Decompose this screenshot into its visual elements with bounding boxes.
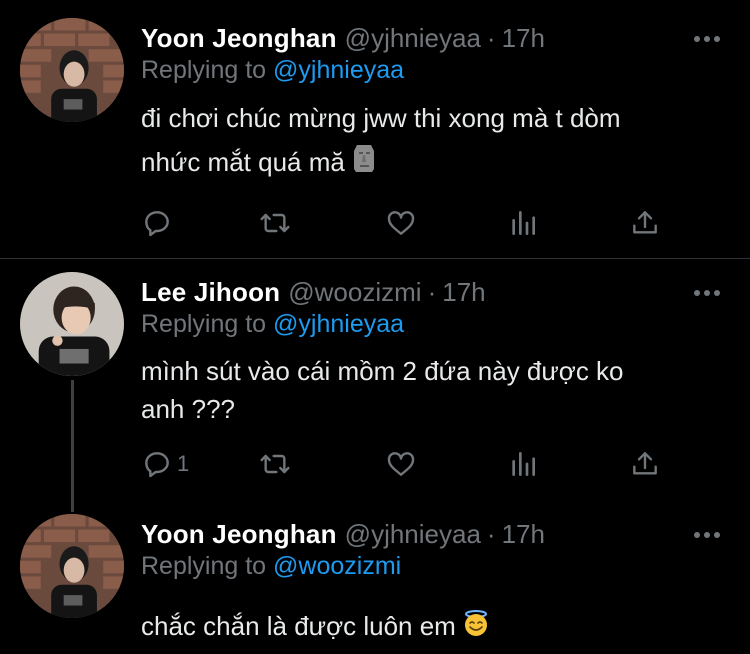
separator-dot: · xyxy=(486,518,496,549)
analytics-button[interactable] xyxy=(507,205,539,241)
share-icon xyxy=(633,452,657,475)
tweet-text: chắc chắn là được luôn em xyxy=(141,604,490,650)
avatar[interactable] xyxy=(20,272,124,376)
tweet-actions xyxy=(141,205,681,241)
tweet-text-line: nhức mắt quá mă xyxy=(141,147,345,177)
timestamp[interactable]: 17h xyxy=(442,277,485,308)
reply-icon xyxy=(145,452,169,478)
tweet-text-line: mình sút vào cái mồm 2 đứa này được ko xyxy=(141,356,624,386)
avatar[interactable] xyxy=(20,18,124,122)
reply-button[interactable] xyxy=(141,205,173,241)
tweet-text: mình sút vào cái mồm 2 đứa này được ko a… xyxy=(141,352,624,428)
avatar[interactable] xyxy=(20,514,124,618)
smiling-face-with-halo-emoji-icon xyxy=(462,606,490,650)
username-handle[interactable]: @yjhnieyaa xyxy=(345,519,481,550)
analytics-icon xyxy=(512,452,535,476)
like-icon xyxy=(387,452,415,476)
username-handle[interactable]: @yjhnieyaa xyxy=(345,23,481,54)
tweet-actions: 1 xyxy=(141,446,681,482)
share-button[interactable] xyxy=(629,446,661,482)
analytics-button[interactable] xyxy=(507,446,539,482)
tweet-text: đi chơi chúc mừng jww thi xong mà t dòm … xyxy=(141,96,621,186)
retweet-button[interactable] xyxy=(259,205,291,241)
avatar-image xyxy=(20,272,124,376)
analytics-icon xyxy=(512,211,535,235)
mention-link[interactable]: @yjhnieyaa xyxy=(273,310,404,338)
replying-to-label: Replying to xyxy=(141,310,267,338)
reply-icon xyxy=(145,211,169,237)
mention-link[interactable]: @woozizmi xyxy=(273,552,401,580)
like-button[interactable] xyxy=(385,446,417,482)
more-icon[interactable] xyxy=(694,532,720,540)
tweet[interactable]: Yoon Jeonghan @yjhnieyaa · 17h Replying … xyxy=(0,514,750,654)
share-button[interactable] xyxy=(629,205,661,241)
like-button[interactable] xyxy=(385,205,417,241)
tweet[interactable]: Lee Jihoon @woozizmi · 17h Replying to @… xyxy=(0,272,750,512)
timestamp[interactable]: 17h xyxy=(502,23,545,54)
tweet-text-line: anh ??? xyxy=(141,394,235,424)
thread-line xyxy=(71,380,74,512)
display-name[interactable]: Yoon Jeonghan xyxy=(141,23,337,54)
tweet-header: Yoon Jeonghan @yjhnieyaa · 17h xyxy=(141,18,545,58)
replying-to: Replying to @yjhnieyaa xyxy=(141,310,404,339)
retweet-icon xyxy=(260,213,290,233)
tweet[interactable]: Yoon Jeonghan @yjhnieyaa · 17h Replying … xyxy=(0,18,750,248)
more-icon[interactable] xyxy=(694,290,720,298)
timestamp[interactable]: 17h xyxy=(502,519,545,550)
more-icon[interactable] xyxy=(694,36,720,44)
like-icon xyxy=(387,211,415,235)
tweet-divider xyxy=(0,258,750,259)
avatar-image xyxy=(20,18,124,122)
replying-to-label: Replying to xyxy=(141,56,267,84)
tweet-header: Lee Jihoon @woozizmi · 17h xyxy=(141,272,486,312)
avatar-image xyxy=(20,514,124,618)
tweet-text-line: đi chơi chúc mừng jww thi xong mà t dòm xyxy=(141,103,621,133)
replying-to-label: Replying to xyxy=(141,552,267,580)
retweet-button[interactable] xyxy=(259,446,291,482)
separator-dot: · xyxy=(427,276,437,307)
reply-button[interactable]: 1 xyxy=(141,446,189,482)
retweet-icon xyxy=(260,454,290,474)
display-name[interactable]: Lee Jihoon xyxy=(141,277,280,308)
username-handle[interactable]: @woozizmi xyxy=(288,277,421,308)
moai-emoji-icon xyxy=(351,142,377,186)
share-icon xyxy=(633,211,657,234)
replying-to: Replying to @yjhnieyaa xyxy=(141,56,404,85)
separator-dot: · xyxy=(486,22,496,53)
tweet-header: Yoon Jeonghan @yjhnieyaa · 17h xyxy=(141,514,545,554)
reply-count: 1 xyxy=(177,451,190,476)
display-name[interactable]: Yoon Jeonghan xyxy=(141,519,337,550)
mention-link[interactable]: @yjhnieyaa xyxy=(273,56,404,84)
tweet-text-line: chắc chắn là được luôn em xyxy=(141,611,456,641)
replying-to: Replying to @woozizmi xyxy=(141,552,401,581)
